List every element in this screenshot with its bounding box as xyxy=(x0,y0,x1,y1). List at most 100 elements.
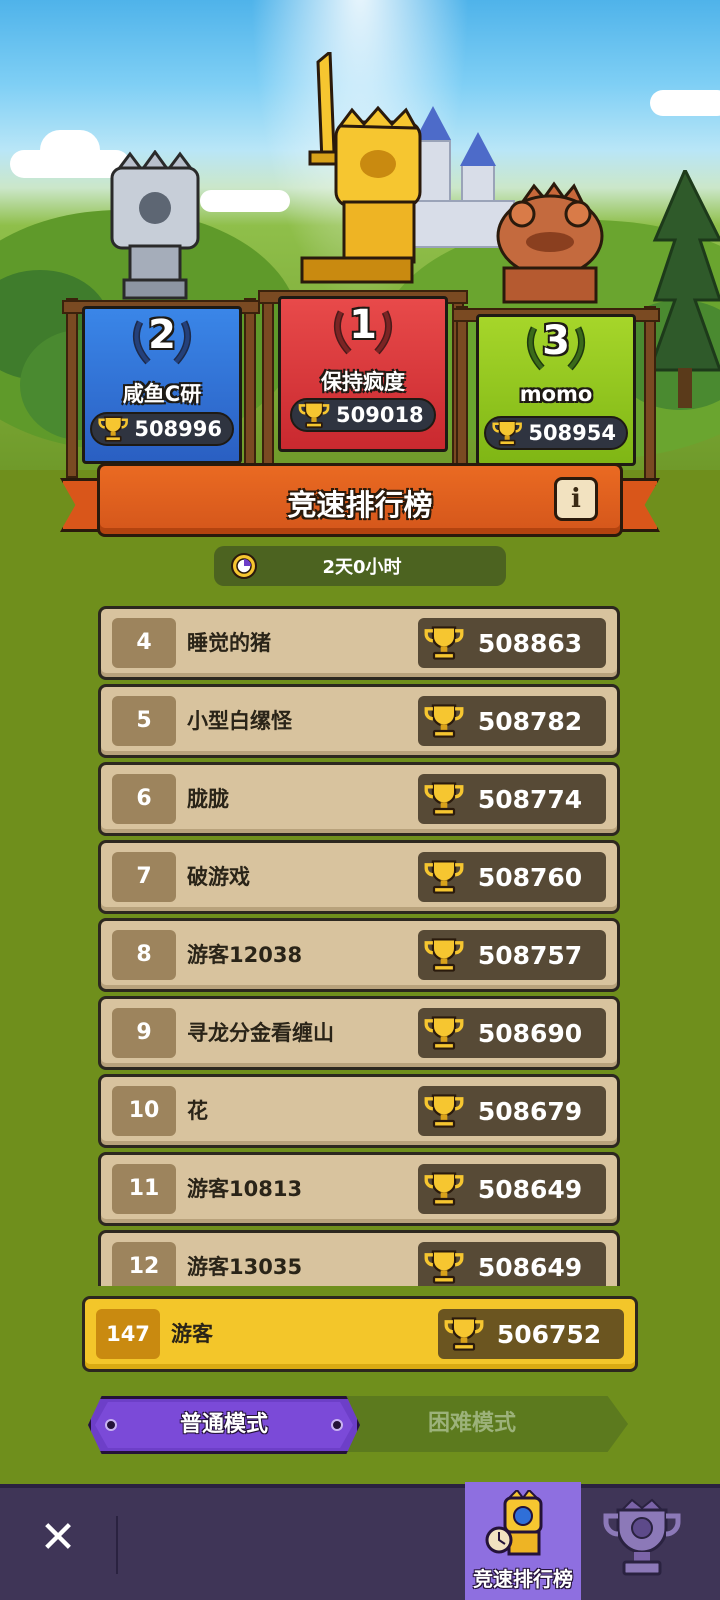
row-score-box: 508649 xyxy=(418,1242,606,1286)
row-rank: 9 xyxy=(112,1008,176,1058)
row-player-name: 游客10813 xyxy=(187,1177,303,1201)
bottom-nav: ✕ 竞速排行榜 xyxy=(0,1482,720,1600)
countdown-timer: 2天0小时 xyxy=(214,546,506,586)
row-score: 508690 xyxy=(477,1018,583,1048)
leaderboard-row[interactable]: 7 破游戏 508760 xyxy=(98,840,620,914)
trophy-tab-icon[interactable] xyxy=(600,1496,684,1580)
row-score-box: 508649 xyxy=(418,1164,606,1214)
row-rank: 4 xyxy=(112,618,176,668)
row-score: 508649 xyxy=(477,1252,583,1282)
my-rank: 147 xyxy=(96,1309,160,1359)
row-score: 508649 xyxy=(477,1174,583,1204)
row-rank: 7 xyxy=(112,852,176,902)
board-title: 竞速排行榜 xyxy=(287,488,433,522)
mode-switch: 困难模式 普通模式 xyxy=(88,1396,632,1454)
row-score-box: 508679 xyxy=(418,1086,606,1136)
row-player-name: 寻龙分金看缠山 xyxy=(187,1021,334,1045)
my-score: 506752 xyxy=(496,1319,602,1349)
board-title-ribbon: 竞速排行榜 i xyxy=(97,463,623,537)
cloud xyxy=(650,90,720,116)
podium-first[interactable]: 1 保持疯度 509018 xyxy=(278,296,448,452)
my-score-box: 506752 xyxy=(438,1309,624,1359)
row-score-box: 508757 xyxy=(418,930,606,980)
row-rank: 12 xyxy=(112,1242,176,1286)
podium-score-pill: 509018 xyxy=(290,398,436,432)
podium-player-name: 咸鱼C研 xyxy=(122,382,202,406)
row-player-name: 胧胧 xyxy=(187,787,229,811)
banner-post xyxy=(244,298,256,478)
trophy-icon xyxy=(424,860,464,894)
trophy-icon xyxy=(424,1094,464,1128)
leaderboard-row[interactable]: 4 睡觉的猪 508863 xyxy=(98,606,620,680)
row-player-name: 花 xyxy=(187,1099,208,1123)
trophy-icon xyxy=(298,401,330,429)
leaderboard-row[interactable]: 6 胧胧 508774 xyxy=(98,762,620,836)
row-score: 508782 xyxy=(477,706,583,736)
podium-third[interactable]: 3 momo 508954 xyxy=(476,314,636,466)
row-rank: 11 xyxy=(112,1164,176,1214)
banner-post xyxy=(644,306,656,486)
podium-player-name: 保持疯度 xyxy=(321,370,405,394)
row-player-name: 游客12038 xyxy=(187,943,303,967)
podium-player-name: momo xyxy=(519,382,593,406)
banner-post xyxy=(262,290,274,470)
leaderboard-row[interactable]: 8 游客12038 508757 xyxy=(98,918,620,992)
leaderboard-row[interactable]: 10 花 508679 xyxy=(98,1074,620,1148)
countdown-text: 2天0小时 xyxy=(322,557,402,578)
statue-third xyxy=(496,181,604,304)
row-score: 508863 xyxy=(477,628,583,658)
trophy-icon xyxy=(424,938,464,972)
podium-score: 508954 xyxy=(528,421,616,445)
statue-second xyxy=(110,150,200,300)
normal-mode-tab[interactable]: 普通模式 xyxy=(88,1396,360,1454)
leaderboard-row[interactable]: 12 游客13035 508649 xyxy=(98,1230,620,1286)
row-score: 508757 xyxy=(477,940,583,970)
podium-score: 508996 xyxy=(134,417,222,441)
nav-divider xyxy=(116,1516,118,1574)
trophy-icon xyxy=(424,1016,464,1050)
my-player-name: 游客 xyxy=(171,1322,213,1346)
row-player-name: 小型白缧怪 xyxy=(187,709,292,733)
podium-score-pill: 508996 xyxy=(90,412,234,446)
ranking-tab-icon xyxy=(485,1490,543,1556)
trophy-icon xyxy=(444,1317,484,1351)
hard-mode-label: 困难模式 xyxy=(428,1411,517,1436)
clock-icon xyxy=(231,553,257,579)
trophy-icon xyxy=(424,1172,464,1206)
row-score-box: 508782 xyxy=(418,696,606,746)
trophy-icon xyxy=(424,704,464,738)
normal-mode-label: 普通模式 xyxy=(179,1412,268,1437)
podium-second[interactable]: 2 咸鱼C研 508996 xyxy=(82,306,242,464)
leaderboard-row[interactable]: 11 游客10813 508649 xyxy=(98,1152,620,1226)
leaderboard-list[interactable]: 4 睡觉的猪 508863 5 小型白缧怪 508782 6 胧胧 508774… xyxy=(98,606,622,1286)
row-player-name: 睡觉的猪 xyxy=(187,631,271,655)
statue-first xyxy=(300,52,422,284)
trophy-icon xyxy=(424,626,464,660)
cloud xyxy=(40,130,100,170)
row-score: 508679 xyxy=(477,1096,583,1126)
podium-place: 1 xyxy=(349,302,377,348)
leaderboard-row[interactable]: 9 寻龙分金看缠山 508690 xyxy=(98,996,620,1070)
trophy-icon xyxy=(98,416,128,442)
podium-score-pill: 508954 xyxy=(484,416,628,450)
close-icon[interactable]: ✕ xyxy=(30,1510,86,1566)
row-rank: 8 xyxy=(112,930,176,980)
row-score-box: 508690 xyxy=(418,1008,606,1058)
podium-place: 3 xyxy=(542,318,570,364)
row-score: 508760 xyxy=(477,862,583,892)
row-rank: 5 xyxy=(112,696,176,746)
row-player-name: 游客13035 xyxy=(187,1255,303,1279)
row-player-name: 破游戏 xyxy=(187,865,250,889)
info-button[interactable]: i xyxy=(554,477,598,521)
my-rank-row[interactable]: 147 游客 506752 xyxy=(82,1296,638,1372)
banner-post xyxy=(66,298,78,478)
cloud xyxy=(200,190,290,212)
tab-speed-ranking-label: 竞速排行榜 xyxy=(473,1567,573,1591)
row-rank: 10 xyxy=(112,1086,176,1136)
trophy-icon xyxy=(492,420,522,446)
row-score-box: 508863 xyxy=(418,618,606,668)
tab-speed-ranking[interactable]: 竞速排行榜 xyxy=(465,1482,581,1600)
trophy-icon xyxy=(424,1250,464,1284)
podium-place: 2 xyxy=(148,312,176,358)
leaderboard-row[interactable]: 5 小型白缧怪 508782 xyxy=(98,684,620,758)
